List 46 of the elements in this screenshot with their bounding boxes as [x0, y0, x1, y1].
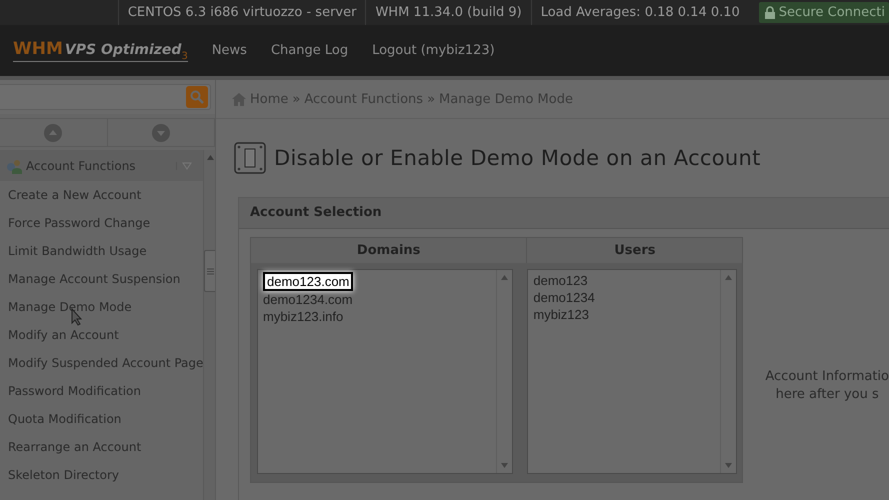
menu-item[interactable]: Rearrange an Account [0, 433, 204, 461]
breadcrumb-separator: » [427, 92, 436, 106]
domains-listbox[interactable]: demo123.com demo1234.com mybiz123.info [257, 269, 514, 474]
list-option[interactable]: mybiz123 [531, 306, 591, 323]
menu-item[interactable]: Manage Demo Mode [0, 293, 204, 321]
breadcrumb-separator: » [292, 92, 300, 106]
info-text: here after you s [776, 386, 879, 404]
menu-item[interactable]: Skeleton Directory [0, 461, 204, 489]
up-arrow-icon [725, 275, 732, 280]
switch-icon [234, 142, 266, 174]
down-arrow-icon [501, 463, 508, 468]
up-arrow-icon [501, 275, 508, 280]
page-title: Disable or Enable Demo Mode on an Account [274, 146, 761, 170]
scrollbar-thumb[interactable] [204, 250, 215, 292]
up-arrow-icon [207, 155, 214, 160]
column-header: Domains [356, 242, 422, 260]
menu-item[interactable]: Manage Account Suspension [0, 265, 204, 293]
search-icon [190, 90, 204, 104]
menu-item[interactable]: Modify Suspended Account Page [0, 349, 204, 377]
menu-item[interactable]: Create a New Account [0, 181, 204, 209]
list-option[interactable]: demo1234.com [261, 291, 355, 308]
caret-icon [182, 162, 192, 170]
down-arrow-icon [725, 463, 732, 468]
list-option[interactable]: demo1234 [531, 289, 597, 306]
menu-item[interactable]: Password Modification [0, 377, 204, 405]
menu-item[interactable]: Modify an Account [0, 321, 204, 349]
padlock-icon [764, 6, 775, 19]
search-button[interactable] [186, 86, 208, 108]
nav-link[interactable]: Change Log [270, 43, 348, 58]
nav-link[interactable]: News [212, 43, 247, 58]
users-listbox[interactable]: demo123 demo1234 mybiz123 [527, 269, 738, 474]
grip-icon [207, 268, 214, 274]
list-option[interactable]: demo123.com [263, 272, 354, 291]
list-option[interactable]: mybiz123.info [261, 308, 346, 325]
menu-item[interactable]: Quota Modification [0, 405, 204, 433]
panel-title: Account Selection [250, 205, 382, 220]
menu-item[interactable]: Limit Bandwidth Usage [0, 237, 204, 265]
home-icon [232, 92, 246, 106]
info-text: Account Informatio [765, 368, 889, 386]
secure-connection-badge: Secure Connecti [758, 2, 889, 23]
column-header: Users [526, 238, 742, 263]
search-field[interactable] [0, 84, 211, 110]
nav-link[interactable]: Logout (mybiz123) [372, 43, 495, 58]
scrollbar[interactable] [203, 150, 215, 500]
menu-item[interactable]: Force Password Change [0, 209, 204, 237]
list-option[interactable]: demo123 [531, 272, 590, 289]
